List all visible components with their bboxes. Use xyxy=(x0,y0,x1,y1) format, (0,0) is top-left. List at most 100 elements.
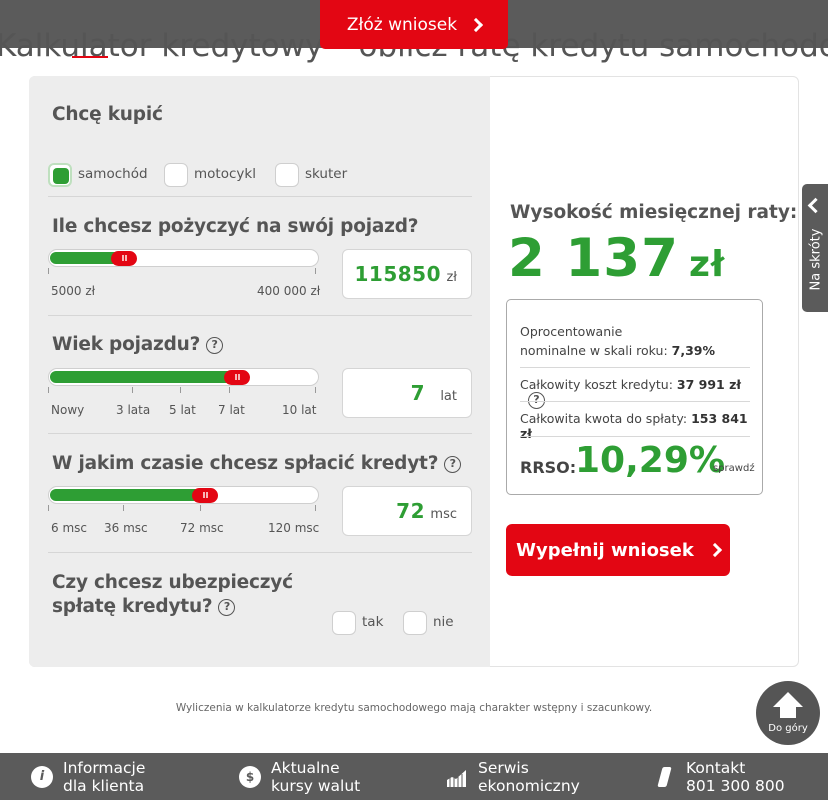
total-amount-label: Całkowita kwota do spłaty: xyxy=(520,411,688,426)
apply-top-button[interactable]: Złóż wniosek xyxy=(320,0,508,49)
loan-amount-min-label: 5000 zł xyxy=(51,284,96,298)
repayment-tick-label: 6 msc xyxy=(51,521,87,535)
shortcuts-tab-label: Na skróty xyxy=(808,228,824,291)
footer-line1: Serwis xyxy=(478,759,529,777)
checkbox-samochod-label: samochód xyxy=(78,166,148,182)
repayment-heading-text: W jakim czasie chcesz spłacić kredyt? xyxy=(52,453,439,474)
rrso-label: RRSO: xyxy=(520,458,577,477)
divider xyxy=(520,436,750,437)
back-to-top-button[interactable]: Do góry xyxy=(756,681,820,745)
footer-item-client-info[interactable]: i Informacje dla klienta xyxy=(31,759,145,797)
checkbox-motocykl-label: motocykl xyxy=(194,166,256,182)
footer-item-contact[interactable]: Kontakt 801 300 800 xyxy=(654,759,785,797)
vehicle-age-ticks xyxy=(48,387,319,393)
checkbox-insurance-yes-label: tak xyxy=(362,614,384,630)
interest-label-line1: Oprocentowanie xyxy=(520,324,623,339)
checkbox-insurance-yes[interactable] xyxy=(332,611,356,635)
monthly-rate: 2 137 zł xyxy=(508,228,725,289)
repayment-tick-label: 72 msc xyxy=(180,521,224,535)
repayment-slider-handle[interactable] xyxy=(192,488,219,503)
shortcuts-tab[interactable]: Na skróty xyxy=(802,184,828,312)
checkbox-insurance-no-label: nie xyxy=(433,614,454,630)
apply-top-label: Złóż wniosek xyxy=(346,14,458,35)
vehicle-age-tick-label: 5 lat xyxy=(169,403,196,417)
repayment-slider[interactable] xyxy=(48,486,319,504)
tick xyxy=(315,387,316,393)
purchase-heading: Chcę kupić xyxy=(52,104,163,125)
info-icon: i xyxy=(31,766,53,788)
insurance-heading: Czy chcesz ubezpieczyć spłatę kredytu?? xyxy=(52,571,293,619)
tick xyxy=(229,387,230,393)
rrso-value: 10,29% xyxy=(575,440,725,481)
check-link[interactable]: sprawdź xyxy=(713,463,755,474)
vehicle-age-tick-label: Nowy xyxy=(51,403,85,417)
vehicle-age-unit: lat xyxy=(440,389,457,404)
monthly-rate-unit: zł xyxy=(688,244,726,285)
loan-amount-slider[interactable] xyxy=(48,249,319,267)
repayment-input[interactable]: 72 msc xyxy=(342,486,472,536)
footer-line2: dla klienta xyxy=(63,777,145,795)
checkbox-insurance-no[interactable] xyxy=(403,611,427,635)
loan-amount-value: 115850 xyxy=(354,262,441,286)
vehicle-age-tick-label: 10 lat xyxy=(282,403,317,417)
tick xyxy=(48,268,49,274)
footer-line1: Informacje xyxy=(63,759,146,777)
insurance-heading-line2-wrap: spłatę kredytu?? xyxy=(52,595,293,619)
footer-line1: Kontakt xyxy=(686,759,746,777)
total-cost-row: Całkowity koszt kredytu: 37 991 zł? xyxy=(520,377,762,409)
loan-amount-input[interactable]: 115850 zł xyxy=(342,249,472,299)
repayment-slider-fill xyxy=(50,489,207,501)
footer-item-text: Kontakt 801 300 800 xyxy=(686,759,785,795)
footer-item-text: Informacje dla klienta xyxy=(63,759,145,795)
checkbox-skuter[interactable] xyxy=(275,163,299,187)
loan-amount-unit: zł xyxy=(446,270,457,285)
tick xyxy=(123,505,124,511)
back-to-top-label: Do góry xyxy=(768,723,808,734)
footer-line2: kursy walut xyxy=(271,777,361,795)
divider xyxy=(48,315,472,316)
phone-icon xyxy=(654,766,676,788)
loan-summary-box: Oprocentowanie nominalne w skali roku: 7… xyxy=(506,299,763,495)
repayment-unit: msc xyxy=(430,507,457,522)
divider xyxy=(48,433,472,434)
help-icon[interactable]: ? xyxy=(444,456,462,473)
vehicle-age-tick-label: 7 lat xyxy=(218,403,245,417)
help-icon[interactable]: ? xyxy=(218,599,236,616)
monthly-rate-label: Wysokość miesięcznej raty: xyxy=(510,202,798,223)
footer-line2: 801 300 800 xyxy=(686,777,785,795)
total-cost-label: Całkowity koszt kredytu: xyxy=(520,377,673,392)
repayment-heading: W jakim czasie chcesz spłacić kredyt?? xyxy=(52,453,462,474)
arrow-up-icon-stem xyxy=(780,706,796,718)
divider xyxy=(48,552,472,553)
checkbox-motocykl[interactable] xyxy=(164,163,188,187)
footer-item-text: Serwis ekonomiczny xyxy=(478,759,580,795)
tick xyxy=(200,505,201,511)
divider xyxy=(48,196,472,197)
tick xyxy=(132,387,133,393)
arrow-up-icon xyxy=(773,692,803,707)
checkbox-samochod[interactable] xyxy=(48,163,72,187)
insurance-heading-line2: spłatę kredytu? xyxy=(52,596,213,617)
dollar-icon: $ xyxy=(239,766,261,788)
repayment-value: 72 xyxy=(396,499,425,523)
divider xyxy=(520,367,750,368)
tick xyxy=(48,387,49,393)
vehicle-age-slider-handle[interactable] xyxy=(224,370,251,385)
vehicle-age-slider[interactable] xyxy=(48,368,319,386)
loan-amount-slider-handle[interactable] xyxy=(111,251,138,266)
help-icon[interactable]: ? xyxy=(206,337,224,354)
footer-line1: Aktualne xyxy=(271,759,340,777)
vehicle-age-input[interactable]: 7 lat xyxy=(342,368,472,418)
loan-amount-max-label: 400 000 zł xyxy=(257,284,321,298)
repayment-tick-label: 36 msc xyxy=(104,521,148,535)
interest-row: nominalne w skali roku: 7,39% xyxy=(520,343,715,358)
footer-item-economic-service[interactable]: Serwis ekonomiczny xyxy=(446,759,580,797)
loan-calculator-page: Kalkulator kredytowy – oblicz ratę kredy… xyxy=(0,0,828,800)
fill-application-button[interactable]: Wypełnij wniosek xyxy=(506,524,730,576)
footer-item-exchange-rates[interactable]: $ Aktualne kursy walut xyxy=(239,759,360,797)
total-cost-value: 37 991 zł xyxy=(676,377,741,392)
footer-item-text: Aktualne kursy walut xyxy=(271,759,360,795)
footer-line2: ekonomiczny xyxy=(478,777,580,795)
chevron-right-icon xyxy=(707,542,722,558)
chart-icon xyxy=(447,770,466,787)
